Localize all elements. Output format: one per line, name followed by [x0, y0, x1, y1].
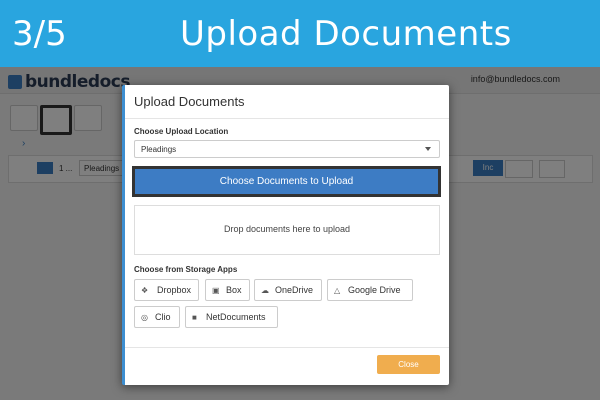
location-select-value: Pleadings — [141, 145, 177, 154]
netdocuments-button[interactable]: ■ NetDocuments — [185, 306, 278, 328]
banner-title: Upload Documents — [180, 14, 512, 54]
location-select[interactable]: Pleadings — [134, 140, 440, 158]
chevron-down-icon — [425, 147, 431, 151]
dropbox-button[interactable]: ❖ Dropbox — [134, 279, 199, 301]
choose-documents-button[interactable]: Choose Documents to Upload — [135, 169, 438, 194]
modal-header: Upload Documents — [125, 85, 449, 119]
google-drive-label: Google Drive — [348, 285, 401, 295]
clio-label: Clio — [155, 312, 171, 322]
google-drive-button[interactable]: △ Google Drive — [327, 279, 413, 301]
box-label: Box — [226, 285, 242, 295]
clio-icon: ◎ — [141, 313, 148, 322]
box-button[interactable]: ▣ Box — [205, 279, 250, 301]
choose-highlight: Choose Documents to Upload — [132, 166, 441, 197]
storage-label: Choose from Storage Apps — [134, 265, 238, 274]
close-button[interactable]: Close — [377, 355, 440, 374]
onedrive-icon: ☁ — [261, 286, 269, 295]
box-icon: ▣ — [212, 286, 220, 295]
modal-title: Upload Documents — [134, 94, 245, 109]
step-counter: 3/5 — [12, 14, 67, 54]
upload-modal: Upload Documents Choose Upload Location … — [122, 85, 449, 385]
netdocuments-icon: ■ — [192, 313, 197, 322]
tutorial-banner: 3/5 Upload Documents — [0, 0, 600, 67]
google-drive-icon: △ — [334, 286, 341, 295]
location-label: Choose Upload Location — [134, 127, 229, 136]
drop-zone[interactable]: Drop documents here to upload — [134, 205, 440, 255]
drop-zone-text: Drop documents here to upload — [223, 224, 351, 234]
onedrive-label: OneDrive — [275, 285, 314, 295]
netdocuments-label: NetDocuments — [206, 312, 266, 322]
dropbox-icon: ❖ — [141, 286, 149, 295]
clio-button[interactable]: ◎ Clio — [134, 306, 180, 328]
dropbox-label: Dropbox — [157, 285, 192, 295]
onedrive-button[interactable]: ☁ OneDrive — [254, 279, 322, 301]
